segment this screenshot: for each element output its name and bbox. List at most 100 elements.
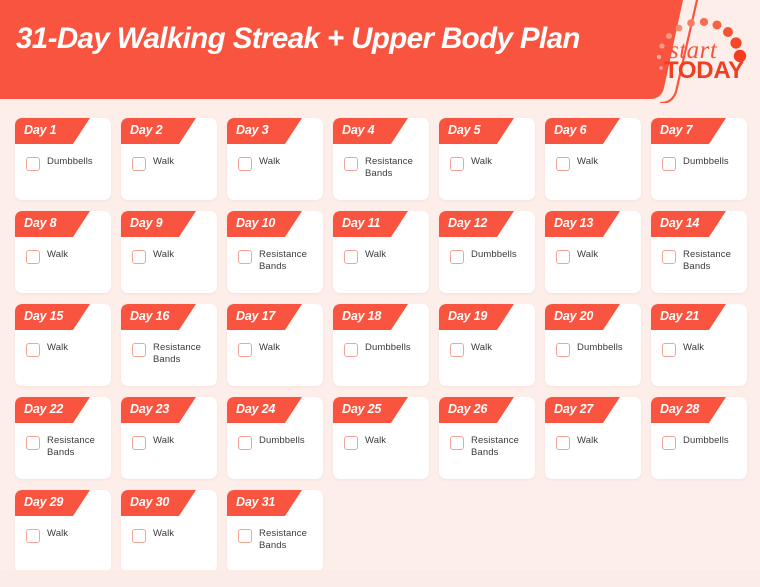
task-checkbox[interactable]	[238, 157, 252, 171]
task-row[interactable]: Dumbbells	[26, 156, 105, 171]
task-row[interactable]: Walk	[556, 249, 635, 264]
day-card[interactable]: Day 7 Dumbbells	[651, 118, 747, 200]
day-card[interactable]: Day 14 Resistance Bands	[651, 211, 747, 293]
task-row[interactable]: Walk	[450, 342, 529, 357]
task-checkbox[interactable]	[556, 436, 570, 450]
day-card[interactable]: Day 23 Walk	[121, 397, 217, 479]
task-checkbox[interactable]	[26, 436, 40, 450]
day-card[interactable]: Day 22 Resistance Bands	[15, 397, 111, 479]
day-card[interactable]: Day 2 Walk	[121, 118, 217, 200]
day-tag: Day 13	[545, 211, 641, 237]
day-card[interactable]: Day 25 Walk	[333, 397, 429, 479]
task-checkbox[interactable]	[556, 157, 570, 171]
task-checkbox[interactable]	[238, 250, 252, 264]
day-card[interactable]: Day 1 Dumbbells	[15, 118, 111, 200]
task-checkbox[interactable]	[344, 250, 358, 264]
task-checkbox[interactable]	[556, 250, 570, 264]
task-row[interactable]: Resistance Bands	[238, 528, 317, 551]
task-checkbox[interactable]	[26, 343, 40, 357]
task-checkbox[interactable]	[662, 157, 676, 171]
task-row[interactable]: Dumbbells	[344, 342, 423, 357]
task-row[interactable]: Resistance Bands	[26, 435, 105, 458]
day-card[interactable]: Day 9 Walk	[121, 211, 217, 293]
task-checkbox[interactable]	[238, 529, 252, 543]
task-row[interactable]: Dumbbells	[238, 435, 317, 450]
day-card[interactable]: Day 8 Walk	[15, 211, 111, 293]
day-card[interactable]: Day 3 Walk	[227, 118, 323, 200]
day-card[interactable]: Day 30 Walk	[121, 490, 217, 572]
task-row[interactable]: Resistance Bands	[450, 435, 529, 458]
task-checkbox[interactable]	[132, 250, 146, 264]
task-checkbox[interactable]	[238, 436, 252, 450]
task-row[interactable]: Resistance Bands	[662, 249, 741, 272]
day-card[interactable]: Day 11 Walk	[333, 211, 429, 293]
task-checkbox[interactable]	[662, 343, 676, 357]
day-card[interactable]: Day 4 Resistance Bands	[333, 118, 429, 200]
day-card[interactable]: Day 10 Resistance Bands	[227, 211, 323, 293]
task-checkbox[interactable]	[344, 157, 358, 171]
day-card[interactable]: Day 27 Walk	[545, 397, 641, 479]
task-checkbox[interactable]	[556, 343, 570, 357]
day-card[interactable]: Day 24 Dumbbells	[227, 397, 323, 479]
task-checkbox[interactable]	[26, 529, 40, 543]
task-row[interactable]: Walk	[450, 156, 529, 171]
task-row[interactable]: Walk	[662, 342, 741, 357]
task-checkbox[interactable]	[132, 343, 146, 357]
task-row[interactable]: Dumbbells	[556, 342, 635, 357]
task-label: Resistance Bands	[47, 435, 95, 458]
task-checkbox[interactable]	[132, 157, 146, 171]
task-checkbox[interactable]	[450, 250, 464, 264]
day-label: Day 3	[236, 123, 269, 137]
task-checkbox[interactable]	[238, 343, 252, 357]
day-card[interactable]: Day 17 Walk	[227, 304, 323, 386]
task-row[interactable]: Walk	[238, 156, 317, 171]
task-row[interactable]: Walk	[344, 435, 423, 450]
task-checkbox[interactable]	[344, 343, 358, 357]
task-checkbox[interactable]	[450, 436, 464, 450]
task-checkbox[interactable]	[132, 436, 146, 450]
task-checkbox[interactable]	[662, 436, 676, 450]
day-card[interactable]: Day 6 Walk	[545, 118, 641, 200]
task-row[interactable]: Walk	[132, 528, 211, 543]
task-checkbox[interactable]	[26, 250, 40, 264]
task-row[interactable]: Walk	[132, 249, 211, 264]
day-card[interactable]: Day 5 Walk	[439, 118, 535, 200]
day-card[interactable]: Day 31 Resistance Bands	[227, 490, 323, 572]
task-row[interactable]: Walk	[556, 435, 635, 450]
task-row[interactable]: Walk	[26, 342, 105, 357]
task-row[interactable]: Dumbbells	[662, 435, 741, 450]
task-checkbox[interactable]	[344, 436, 358, 450]
task-checkbox[interactable]	[662, 250, 676, 264]
task-row[interactable]: Dumbbells	[662, 156, 741, 171]
task-row[interactable]: Walk	[132, 156, 211, 171]
day-card[interactable]: Day 28 Dumbbells	[651, 397, 747, 479]
task-row[interactable]: Resistance Bands	[238, 249, 317, 272]
task-checkbox[interactable]	[26, 157, 40, 171]
day-tag: Day 29	[15, 490, 111, 516]
task-row[interactable]: Resistance Bands	[132, 342, 211, 365]
task-row[interactable]: Dumbbells	[450, 249, 529, 264]
day-card[interactable]: Day 26 Resistance Bands	[439, 397, 535, 479]
task-label: Walk	[47, 249, 69, 260]
day-card[interactable]: Day 21 Walk	[651, 304, 747, 386]
task-label: Walk	[471, 342, 493, 353]
task-checkbox[interactable]	[450, 157, 464, 171]
task-row[interactable]: Walk	[26, 249, 105, 264]
day-card[interactable]: Day 20 Dumbbells	[545, 304, 641, 386]
day-card[interactable]: Day 12 Dumbbells	[439, 211, 535, 293]
task-row[interactable]: Walk	[556, 156, 635, 171]
task-checkbox[interactable]	[132, 529, 146, 543]
day-card[interactable]: Day 29 Walk	[15, 490, 111, 572]
day-card[interactable]: Day 18 Dumbbells	[333, 304, 429, 386]
task-row[interactable]: Walk	[238, 342, 317, 357]
task-row[interactable]: Resistance Bands	[344, 156, 423, 179]
task-checkbox[interactable]	[450, 343, 464, 357]
task-row[interactable]: Walk	[26, 528, 105, 543]
day-card[interactable]: Day 15 Walk	[15, 304, 111, 386]
day-card[interactable]: Day 16 Resistance Bands	[121, 304, 217, 386]
day-card[interactable]: Day 19 Walk	[439, 304, 535, 386]
day-card[interactable]: Day 13 Walk	[545, 211, 641, 293]
task-label: Walk	[47, 528, 69, 539]
task-row[interactable]: Walk	[344, 249, 423, 264]
task-row[interactable]: Walk	[132, 435, 211, 450]
